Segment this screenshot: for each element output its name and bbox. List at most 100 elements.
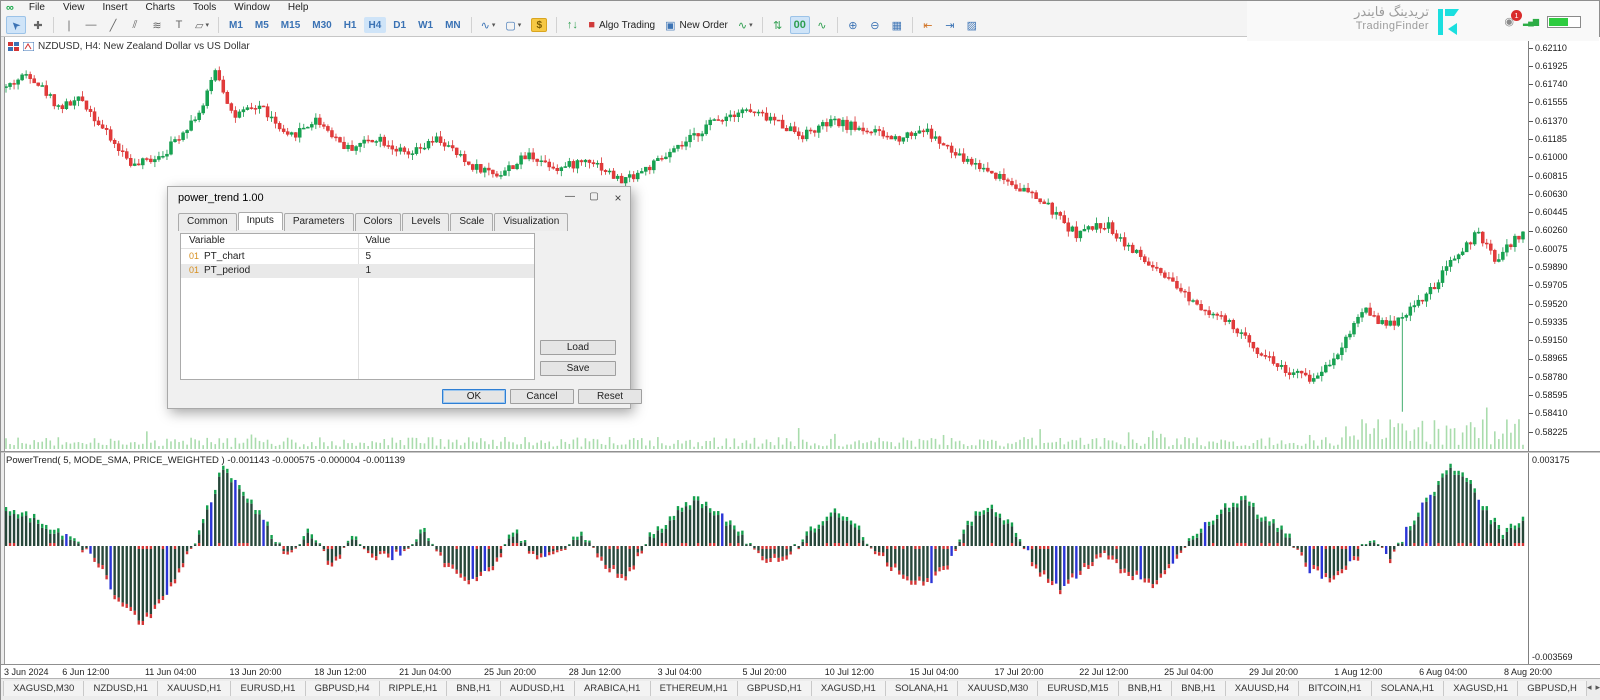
menu-file[interactable]: File [20, 2, 54, 13]
time-axis-label: 11 Jun 04:00 [145, 667, 196, 677]
equidistant-channel-tool-icon[interactable]: ≋ [147, 16, 167, 34]
tile-windows-icon[interactable]: ▦ [887, 16, 907, 34]
symbol-tab-xauusd[interactable]: XAUUSD,H4 [1226, 681, 1300, 696]
text-tool-icon: T [176, 19, 183, 31]
timeframe-m1[interactable]: M1 [224, 17, 248, 33]
price-axis-label: 0.61925 [1529, 61, 1568, 71]
symbol-tab-bnb[interactable]: BNB,H1 [1172, 681, 1225, 696]
dialog-titlebar[interactable]: power_trend 1.00 — ▢ × [168, 187, 630, 209]
tick-chart-icon: $ [531, 18, 547, 32]
timeframe-h4[interactable]: H4 [364, 17, 387, 33]
trendline-tool-icon[interactable]: ╱ [103, 16, 123, 34]
symbol-tab-gbpusd[interactable]: GBPUSD,H [1518, 681, 1587, 696]
symbol-tab-gbpusd[interactable]: GBPUSD,H4 [306, 681, 380, 696]
input-row-pt_period[interactable]: 01PT_period1 [181, 264, 534, 278]
symbol-tab-xagusd[interactable]: XAGUSD,H1 [1444, 681, 1518, 696]
shapes-tool-icon[interactable]: ▱▾ [191, 16, 213, 34]
symbol-tab-solana[interactable]: SOLANA,H1 [886, 681, 958, 696]
dialog-tab-common[interactable]: Common [178, 213, 237, 231]
timeframe-h1[interactable]: H1 [339, 17, 362, 33]
menu-charts[interactable]: Charts [136, 2, 183, 13]
candle-chart-type-icon[interactable]: ▢▾ [501, 16, 525, 34]
symbol-tab-audusd[interactable]: AUDUSD,H1 [501, 681, 575, 696]
zoom-in-icon[interactable]: ⊕ [843, 16, 863, 34]
dialog-close-button[interactable]: × [606, 191, 630, 205]
timeframe-m5[interactable]: M5 [250, 17, 274, 33]
brand-area: تریدینگ فایندر TradingFinder ◉ 1 ▂▄▆ [1247, 1, 1599, 41]
tab-scroll-left-icon[interactable]: ◂ [1587, 682, 1592, 693]
timeframe-m30[interactable]: M30 [307, 17, 336, 33]
line-chart-type-icon[interactable]: ∿▾ [477, 16, 500, 34]
dialog-tab-scale[interactable]: Scale [450, 213, 493, 231]
depth-of-market-icon[interactable] [8, 42, 19, 51]
zigzag-icon[interactable]: ∿ [812, 16, 832, 34]
panel-splitter[interactable] [1, 451, 1600, 453]
timeframe-d1[interactable]: D1 [388, 17, 411, 33]
algo-trading-button[interactable]: ■Algo Trading [584, 16, 659, 34]
buy-sell-arrows-icon[interactable]: ↑↓ [562, 16, 582, 34]
symbol-tab-xagusd[interactable]: XAGUSD,M30 [3, 681, 84, 696]
reset-button[interactable]: Reset [578, 389, 642, 404]
notifications-icon[interactable]: ◉ 1 [1504, 15, 1514, 28]
symbol-tab-nzdusd[interactable]: NZDUSD,H1 [84, 681, 158, 696]
input-row-pt_chart[interactable]: 01PT_chart5 [181, 250, 534, 264]
strategy-tester-icon: ▨ [967, 19, 977, 32]
dialog-tab-parameters[interactable]: Parameters [284, 213, 354, 231]
timeframe-m15[interactable]: M15 [276, 17, 305, 33]
symbol-tab-bnb[interactable]: BNB,H1 [447, 681, 500, 696]
symbol-tab-gbpusd[interactable]: GBPUSD,H1 [738, 681, 812, 696]
symbol-tab-eurusd[interactable]: EURUSD,M15 [1038, 681, 1118, 696]
timeframe-w1[interactable]: W1 [413, 17, 438, 33]
dialog-tab-colors[interactable]: Colors [355, 213, 402, 231]
new-order-button[interactable]: ▣New Order [661, 16, 732, 34]
symbol-tab-xagusd[interactable]: XAGUSD,H1 [812, 681, 886, 696]
dialog-tab-visualization[interactable]: Visualization [494, 213, 568, 231]
dock-left-icon[interactable]: ⇤ [918, 16, 938, 34]
dialog-tab-inputs[interactable]: Inputs [238, 212, 283, 230]
symbol-tab-ethereum[interactable]: ETHEREUM,H1 [651, 681, 738, 696]
menu-insert[interactable]: Insert [93, 2, 136, 13]
menu-view[interactable]: View [54, 2, 94, 13]
load-button[interactable]: Load [540, 340, 616, 355]
dock-right-icon[interactable]: ⇥ [940, 16, 960, 34]
symbol-tab-arabica[interactable]: ARABICA,H1 [575, 681, 651, 696]
timeframe-mn[interactable]: MN [440, 17, 466, 33]
indicators-list-icon[interactable]: ∿▾ [734, 16, 757, 34]
indicator-histogram[interactable] [1, 453, 1528, 664]
time-axis[interactable]: 3 Jun 20246 Jun 12:0011 Jun 04:0013 Jun … [1, 664, 1600, 678]
inputs-table[interactable]: Variable Value 01PT_chart501PT_period1 [180, 233, 535, 380]
price-axis[interactable]: 0.621100.619250.617400.615550.613700.611… [1528, 37, 1600, 451]
symbol-tab-eurusd[interactable]: EURUSD,H1 [231, 681, 305, 696]
symbol-tab-bnb[interactable]: BNB,H1 [1119, 681, 1172, 696]
text-tool-icon[interactable]: T [169, 16, 189, 34]
cancel-button[interactable]: Cancel [510, 389, 574, 404]
symbol-tab-solana[interactable]: SOLANA,H1 [1372, 681, 1444, 696]
dialog-tab-levels[interactable]: Levels [402, 213, 449, 231]
menu-tools[interactable]: Tools [184, 2, 225, 13]
menu-window[interactable]: Window [225, 2, 279, 13]
strategy-tester-icon[interactable]: ▨ [962, 16, 982, 34]
symbol-tab-xauusd[interactable]: XAUUSD,H1 [158, 681, 232, 696]
bars-count-button[interactable]: 00 [790, 16, 810, 34]
save-button[interactable]: Save [540, 361, 616, 376]
vertical-line-tool-icon[interactable]: ∣ [59, 16, 79, 34]
menu-help[interactable]: Help [279, 2, 318, 13]
ok-button[interactable]: OK [442, 389, 506, 404]
horizontal-line-tool-icon[interactable]: — [81, 16, 101, 34]
indicator-axis[interactable]: 0.003175 -0.003569 [1528, 453, 1600, 664]
tick-chart-icon[interactable]: $ [527, 16, 551, 34]
symbol-tab-bitcoin[interactable]: BITCOIN,H1 [1299, 681, 1371, 696]
symbol-tab-ripple[interactable]: RIPPLE,H1 [380, 681, 448, 696]
channel-tool-icon[interactable]: ⫽ [125, 16, 145, 34]
dialog-minimize-button[interactable]: — [558, 191, 582, 205]
cursor-tool-icon[interactable]: ➤ [6, 16, 26, 34]
price-axis-label: 0.59520 [1529, 299, 1568, 309]
dialog-restore-button[interactable]: ▢ [582, 191, 606, 205]
zoom-out-icon[interactable]: ⊖ [865, 16, 885, 34]
crosshair-tool-icon[interactable]: ✚ [28, 16, 48, 34]
tab-scroll-right-icon[interactable]: ▸ [1595, 682, 1600, 693]
symbol-tab-xauusd[interactable]: XAUUSD,M30 [958, 681, 1038, 696]
toolbar-separator [218, 17, 219, 33]
one-click-trading-icon[interactable] [23, 42, 34, 51]
trade-levels-icon[interactable]: ⇅ [768, 16, 788, 34]
